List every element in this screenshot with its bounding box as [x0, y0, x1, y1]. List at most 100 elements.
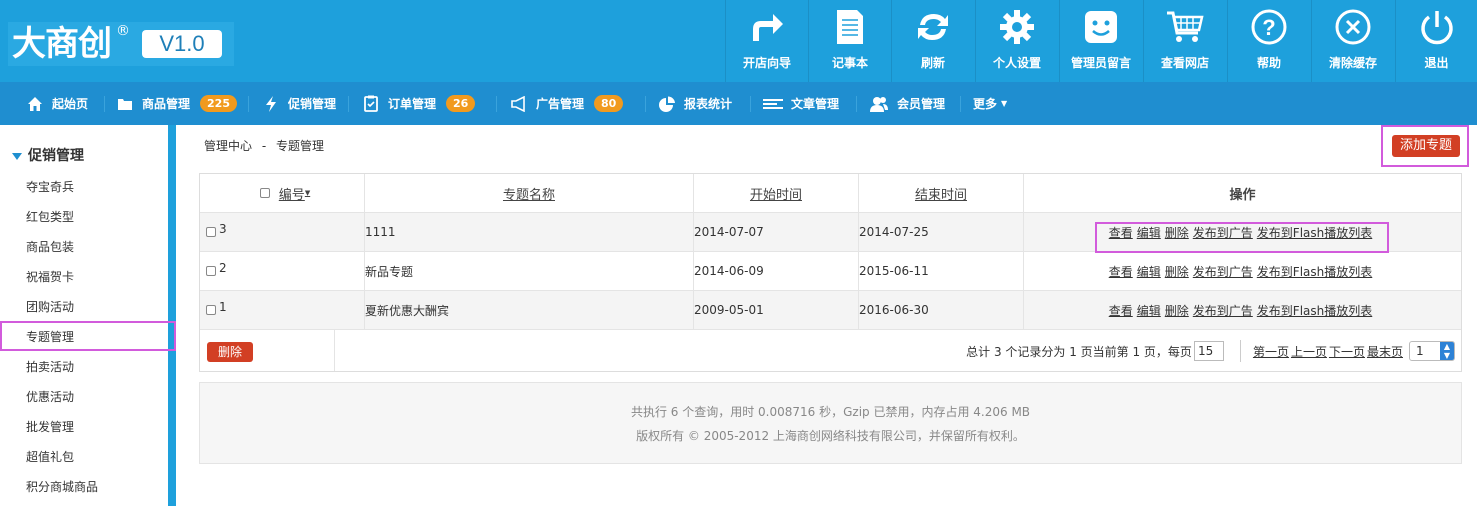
row-checkbox[interactable] — [206, 266, 216, 276]
sidebar-heading[interactable]: 促销管理 — [12, 145, 84, 165]
notepad-icon — [809, 8, 891, 46]
table-footer-row: 删除 总计 3 个记录分为 1 页当前第 1 页，每页 15 第一页 上一页 下… — [200, 330, 1461, 371]
bulk-delete-button[interactable]: 删除 — [207, 342, 253, 362]
sidebar-item-auctions[interactable]: 拍卖活动 — [26, 358, 74, 375]
top-button-label: 清除缓存 — [1328, 56, 1377, 70]
nav-badge: 26 — [446, 95, 476, 112]
action-view-link[interactable]: 查看 — [1109, 263, 1133, 280]
logo-registered-mark: ® — [116, 23, 130, 39]
row-checkbox[interactable] — [206, 227, 216, 237]
action-edit-link[interactable]: 编辑 — [1137, 302, 1161, 319]
top-button-logout[interactable]: 退出 — [1395, 0, 1477, 82]
top-button-view-store[interactable]: 查看网店 — [1143, 0, 1226, 82]
row-id: 2 — [219, 261, 227, 275]
nav-item-promotions[interactable]: 促销管理 — [262, 82, 336, 125]
nav-item-orders[interactable]: 订单管理 26 — [362, 82, 476, 125]
nav-item-members[interactable]: 会员管理 — [869, 82, 945, 125]
clear-cache-icon — [1312, 8, 1394, 46]
header-end-time[interactable]: 结束时间 — [859, 174, 1024, 212]
last-page-link[interactable]: 最末页 — [1367, 343, 1403, 360]
row-id-cell: 2 — [200, 252, 365, 290]
header-id[interactable]: 编号 ▼ — [200, 174, 365, 212]
breadcrumb-root[interactable]: 管理中心 — [204, 139, 252, 153]
pager-summary: 总计 3 个记录分为 1 页当前第 1 页，每页 — [966, 344, 1192, 359]
sidebar-item-wholesale[interactable]: 批发管理 — [26, 418, 74, 435]
nav-item-label: 起始页 — [52, 97, 89, 111]
sidebar-item-product-packaging[interactable]: 商品包装 — [26, 238, 74, 255]
nav-divider — [960, 96, 961, 112]
users-icon — [869, 95, 889, 113]
table-header-row: 编号 ▼ 专题名称 开始时间 结束时间 操作 — [200, 174, 1461, 213]
sidebar-item-red-packet-types[interactable]: 红包类型 — [26, 208, 74, 225]
topics-table: 编号 ▼ 专题名称 开始时间 结束时间 操作 3 1111 2014-07-07… — [199, 173, 1462, 372]
nav-divider — [496, 96, 497, 112]
nav-divider — [348, 96, 349, 112]
action-edit-link[interactable]: 编辑 — [1137, 263, 1161, 280]
pie-chart-icon — [658, 95, 676, 113]
row-end-time: 2016-06-30 — [859, 291, 1024, 329]
nav-item-home[interactable]: 起始页 — [26, 82, 88, 125]
action-delete-link[interactable]: 删除 — [1165, 263, 1189, 280]
row-actions: 查看 编辑 删除 发布到广告 发布到Flash播放列表 — [1024, 252, 1461, 290]
help-icon: ? — [1228, 8, 1310, 46]
header-start-time[interactable]: 开始时间 — [694, 174, 859, 212]
top-button-setup-wizard[interactable]: 开店向导 — [725, 0, 808, 82]
sidebar-item-value-packs[interactable]: 超值礼包 — [26, 448, 74, 465]
top-button-help[interactable]: ? 帮助 — [1227, 0, 1310, 82]
first-page-link[interactable]: 第一页 — [1253, 343, 1289, 360]
row-checkbox[interactable] — [206, 305, 216, 315]
action-publish-ad-link[interactable]: 发布到广告 — [1193, 263, 1253, 280]
sidebar-item-treasure-hunt[interactable]: 夺宝奇兵 — [26, 178, 74, 195]
nav-badge: 225 — [200, 95, 237, 112]
nav-item-products[interactable]: 商品管理 225 — [116, 82, 237, 125]
top-button-refresh[interactable]: 刷新 — [891, 0, 974, 82]
sidebar: 促销管理 夺宝奇兵 红包类型 商品包装 祝福贺卡 团购活动 专题管理 拍卖活动 … — [0, 125, 176, 506]
nav-divider — [750, 96, 751, 112]
nav-item-ads[interactable]: 广告管理 80 — [510, 82, 624, 125]
sidebar-item-group-buy[interactable]: 团购活动 — [26, 298, 74, 315]
nav-item-reports[interactable]: 报表统计 — [658, 82, 732, 125]
action-publish-ad-link[interactable]: 发布到广告 — [1193, 302, 1253, 319]
top-button-admin-messages[interactable]: 管理员留言 — [1059, 0, 1142, 82]
nav-item-articles[interactable]: 文章管理 — [763, 82, 839, 125]
nav-item-more[interactable]: 更多 ▼ — [973, 82, 1007, 125]
header-id-label: 编号 — [278, 187, 305, 203]
sidebar-item-greeting-cards[interactable]: 祝福贺卡 — [26, 268, 74, 285]
top-button-label: 个人设置 — [992, 56, 1041, 70]
select-all-checkbox[interactable] — [259, 188, 270, 198]
add-topic-button[interactable]: 添加专题 — [1392, 135, 1460, 157]
next-page-link[interactable]: 下一页 — [1329, 343, 1365, 360]
caret-down-icon — [12, 152, 22, 160]
prev-page-link[interactable]: 上一页 — [1291, 343, 1327, 360]
header-topic-name[interactable]: 专题名称 — [365, 174, 694, 212]
top-button-label: 退出 — [1424, 56, 1449, 70]
actions-highlight — [1095, 222, 1389, 253]
page-select[interactable]: 1 ▲ ▼ — [1409, 341, 1455, 361]
bulk-actions-cell: 删除 — [200, 330, 335, 371]
table-row: 1 夏新优惠大酬宾 2009-05-01 2016-06-30 查看 编辑 删除… — [200, 291, 1461, 330]
sidebar-active-highlight — [0, 321, 176, 351]
sidebar-item-discounts[interactable]: 优惠活动 — [26, 388, 74, 405]
top-button-personal-settings[interactable]: 个人设置 — [975, 0, 1058, 82]
pagination: 总计 3 个记录分为 1 页当前第 1 页，每页 15 第一页 上一页 下一页 … — [966, 340, 1455, 362]
top-button-clear-cache[interactable]: 清除缓存 — [1311, 0, 1394, 82]
nav-item-label: 文章管理 — [791, 97, 840, 111]
per-page-input[interactable]: 15 — [1193, 341, 1224, 361]
row-start-time: 2009-05-01 — [694, 291, 859, 329]
top-button-label: 记事本 — [831, 56, 868, 70]
sidebar-item-points-mall[interactable]: 积分商城商品 — [26, 478, 98, 495]
top-button-label: 帮助 — [1256, 56, 1281, 70]
logo[interactable]: 大商创 ® V1.0 — [8, 22, 234, 66]
nav-item-label: 更多 — [973, 97, 998, 111]
arrow-redirect-icon — [726, 8, 808, 46]
row-id-cell: 1 — [200, 291, 365, 329]
action-publish-flash-link[interactable]: 发布到Flash播放列表 — [1257, 302, 1372, 319]
action-publish-flash-link[interactable]: 发布到Flash播放列表 — [1257, 263, 1372, 280]
nav-item-label: 会员管理 — [897, 97, 946, 111]
top-button-notepad[interactable]: 记事本 — [808, 0, 891, 82]
action-delete-link[interactable]: 删除 — [1165, 302, 1189, 319]
gear-icon — [976, 8, 1058, 46]
action-view-link[interactable]: 查看 — [1109, 302, 1133, 319]
nav-item-label: 订单管理 — [388, 97, 437, 111]
pager-divider — [1239, 340, 1241, 362]
